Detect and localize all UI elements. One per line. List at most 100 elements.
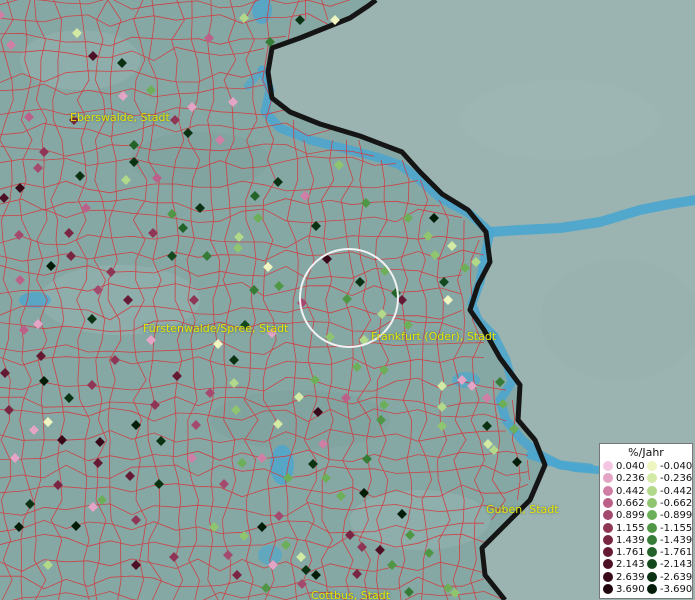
data-point[interactable] xyxy=(146,85,156,95)
data-point[interactable] xyxy=(24,112,34,122)
data-point[interactable] xyxy=(437,381,447,391)
data-point[interactable] xyxy=(495,377,505,387)
data-point[interactable] xyxy=(512,457,522,467)
data-point[interactable] xyxy=(377,309,387,319)
data-point[interactable] xyxy=(310,375,320,385)
data-point[interactable] xyxy=(71,521,81,531)
data-point[interactable] xyxy=(273,177,283,187)
data-point[interactable] xyxy=(66,251,76,261)
data-point[interactable] xyxy=(88,502,98,512)
data-point[interactable] xyxy=(228,97,238,107)
data-point[interactable] xyxy=(39,376,49,386)
data-point[interactable] xyxy=(439,277,449,287)
data-point[interactable] xyxy=(204,33,214,43)
data-point[interactable] xyxy=(202,251,212,261)
data-point[interactable] xyxy=(249,285,259,295)
data-point[interactable] xyxy=(64,393,74,403)
data-point[interactable] xyxy=(296,552,306,562)
data-point[interactable] xyxy=(257,522,267,532)
map-canvas[interactable] xyxy=(0,0,695,600)
data-point[interactable] xyxy=(297,298,307,308)
data-point[interactable] xyxy=(263,262,273,272)
data-point[interactable] xyxy=(334,160,344,170)
data-point[interactable] xyxy=(229,355,239,365)
data-point[interactable] xyxy=(281,540,291,550)
data-point[interactable] xyxy=(87,380,97,390)
data-point[interactable] xyxy=(336,491,346,501)
data-point[interactable] xyxy=(46,261,56,271)
data-point[interactable] xyxy=(75,171,85,181)
data-point[interactable] xyxy=(257,453,267,463)
data-point[interactable] xyxy=(178,223,188,233)
data-point[interactable] xyxy=(250,191,260,201)
data-point[interactable] xyxy=(0,368,10,378)
data-point[interactable] xyxy=(482,393,492,403)
data-point[interactable] xyxy=(64,228,74,238)
data-point[interactable] xyxy=(391,288,401,298)
data-point[interactable] xyxy=(229,378,239,388)
data-point[interactable] xyxy=(187,102,197,112)
data-point[interactable] xyxy=(387,560,397,570)
data-point[interactable] xyxy=(483,439,493,449)
data-point[interactable] xyxy=(403,213,413,223)
data-point[interactable] xyxy=(6,40,16,50)
data-point[interactable] xyxy=(232,570,242,580)
data-point[interactable] xyxy=(234,232,244,242)
data-point[interactable] xyxy=(237,458,247,468)
data-point[interactable] xyxy=(355,277,365,287)
data-point[interactable] xyxy=(95,437,105,447)
data-point[interactable] xyxy=(223,550,233,560)
data-point[interactable] xyxy=(154,479,164,489)
data-point[interactable] xyxy=(0,193,9,203)
data-point[interactable] xyxy=(4,405,14,415)
data-point[interactable] xyxy=(447,241,457,251)
data-point[interactable] xyxy=(404,587,414,597)
data-point[interactable] xyxy=(342,294,352,304)
data-point[interactable] xyxy=(460,263,470,273)
data-point[interactable] xyxy=(43,560,53,570)
data-point[interactable] xyxy=(191,420,201,430)
data-point[interactable] xyxy=(29,425,39,435)
data-point[interactable] xyxy=(482,421,492,431)
data-point[interactable] xyxy=(274,511,284,521)
data-point[interactable] xyxy=(131,420,141,430)
data-point[interactable] xyxy=(57,435,67,445)
data-point[interactable] xyxy=(187,453,197,463)
data-point[interactable] xyxy=(131,560,141,570)
data-point[interactable] xyxy=(437,402,447,412)
data-point[interactable] xyxy=(118,91,128,101)
data-point[interactable] xyxy=(43,417,53,427)
data-point[interactable] xyxy=(33,163,43,173)
data-point[interactable] xyxy=(443,583,453,593)
data-point[interactable] xyxy=(375,545,385,555)
data-point[interactable] xyxy=(131,515,141,525)
data-point[interactable] xyxy=(172,371,182,381)
data-point[interactable] xyxy=(443,295,453,305)
data-point[interactable] xyxy=(19,325,29,335)
city-label-eberswalde: Eberswalde, Stadt xyxy=(70,111,170,124)
data-point[interactable] xyxy=(345,530,355,540)
data-point[interactable] xyxy=(125,471,135,481)
data-point[interactable] xyxy=(423,231,433,241)
data-point[interactable] xyxy=(429,213,439,223)
data-point[interactable] xyxy=(97,495,107,505)
data-point[interactable] xyxy=(169,552,179,562)
data-point[interactable] xyxy=(15,275,25,285)
data-point[interactable] xyxy=(261,583,271,593)
data-point[interactable] xyxy=(274,281,284,291)
data-point[interactable] xyxy=(253,213,263,223)
data-point[interactable] xyxy=(39,147,49,157)
data-point[interactable] xyxy=(195,203,205,213)
data-point[interactable] xyxy=(437,421,447,431)
data-point[interactable] xyxy=(10,453,20,463)
data-point[interactable] xyxy=(352,569,362,579)
data-point[interactable] xyxy=(359,488,369,498)
data-point[interactable] xyxy=(311,570,321,580)
data-point[interactable] xyxy=(121,175,131,185)
map-view[interactable]: Eberswalde, Stadt Fürstenwalde/Spree, St… xyxy=(0,0,695,600)
data-point[interactable] xyxy=(352,362,362,372)
data-point[interactable] xyxy=(233,243,243,253)
data-point[interactable] xyxy=(295,15,305,25)
data-point[interactable] xyxy=(36,351,46,361)
data-point[interactable] xyxy=(25,499,35,509)
